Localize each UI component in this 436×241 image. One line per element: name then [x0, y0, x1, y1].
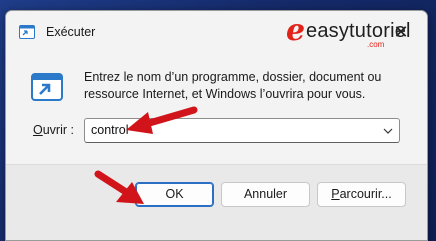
open-label-accelerator: O — [33, 123, 43, 137]
open-input-value[interactable]: control — [91, 123, 129, 137]
cancel-button[interactable]: Annuler — [221, 182, 310, 207]
run-dialog-icon — [31, 73, 63, 101]
button-bar: OK Annuler Parcourir... — [6, 164, 427, 240]
close-icon: ✕ — [393, 22, 409, 42]
run-dialog: Exécuter e easytutoriel .com ✕ Entrez le… — [5, 10, 428, 241]
close-button[interactable]: ✕ — [389, 20, 413, 44]
open-label: Ouvrir : — [33, 123, 74, 137]
easytutoriel-logo: e easytutoriel .com — [286, 13, 410, 52]
open-combobox[interactable]: control — [84, 118, 400, 143]
title-bar[interactable]: Exécuter e easytutoriel .com ✕ — [6, 11, 427, 51]
ok-button[interactable]: OK — [135, 182, 214, 207]
run-app-icon — [19, 25, 35, 39]
browse-button[interactable]: Parcourir... — [317, 182, 406, 207]
browse-accelerator: P — [331, 187, 340, 201]
browse-label: arcourir... — [339, 187, 392, 201]
logo-letter: e — [286, 13, 306, 48]
logo-suffix: .com — [367, 40, 385, 49]
instructions-text: Entrez le nom d’un programme, dossier, d… — [84, 70, 382, 101]
open-label-text: uvrir : — [42, 123, 74, 137]
window-title: Exécuter — [46, 25, 96, 39]
chevron-down-icon[interactable] — [381, 124, 395, 138]
